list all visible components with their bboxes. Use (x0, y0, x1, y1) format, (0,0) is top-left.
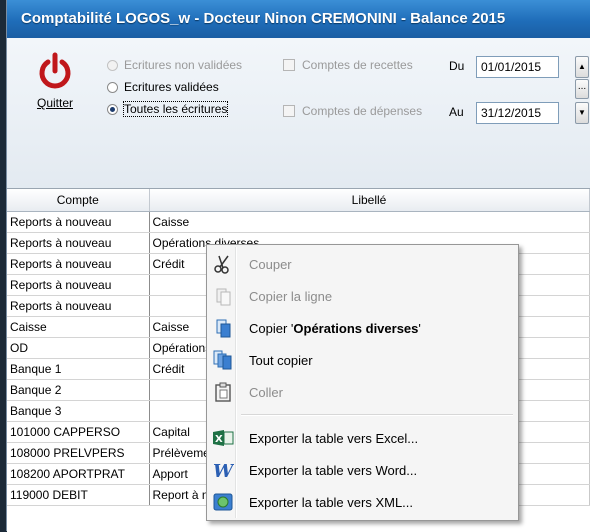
menu-item-copy-all[interactable]: Tout copier (209, 345, 514, 375)
menu-item-cut[interactable]: Couper (209, 249, 514, 279)
column-header-libelle[interactable]: Libellé (149, 189, 590, 212)
cell-compte[interactable]: 119000 DEBIT (7, 484, 150, 506)
menu-item-export-excel[interactable]: X Exporter la table vers Excel... (209, 423, 514, 453)
triangle-down-icon: ▼ (578, 108, 586, 117)
cell-compte[interactable]: 101000 CAPPERSO (7, 421, 150, 443)
cell-compte[interactable]: Banque 3 (7, 400, 150, 422)
triangle-up-icon: ▲ (578, 62, 586, 71)
copy-cell-prefix: Copier ' (249, 320, 294, 336)
radio-toutes-les-ecritures[interactable]: Toutes les écritures (107, 100, 229, 118)
date-from-spinner[interactable]: ▲ (575, 56, 589, 78)
word-icon: W (209, 459, 237, 481)
cell-compte[interactable]: OD (7, 337, 150, 359)
svg-text:W: W (213, 461, 234, 480)
date-to-label: Au (449, 105, 464, 119)
menu-item-label: Exporter la table vers Word... (249, 462, 418, 478)
menu-item-label: Exporter la table vers Excel... (249, 430, 419, 446)
copy-all-icon (209, 349, 237, 371)
checkbox-label: Comptes de dépenses (302, 104, 423, 118)
radio-ecritures-non-validees[interactable]: Ecritures non validées (107, 56, 242, 74)
scissors-icon (209, 253, 237, 275)
menu-item-copy-line[interactable]: Copier la ligne (209, 281, 514, 311)
cell-compte[interactable]: Banque 1 (7, 358, 150, 380)
radio-label: Toutes les écritures (122, 101, 229, 117)
copy-icon (209, 317, 237, 339)
copy-cell-suffix: ' (418, 320, 421, 336)
globe-icon (209, 491, 237, 513)
svg-text:X: X (215, 434, 223, 445)
cell-libelle[interactable]: Caisse (149, 211, 590, 233)
cell-compte[interactable]: Reports à nouveau (7, 253, 150, 275)
quit-label: Quitter (36, 96, 73, 110)
menu-separator (241, 414, 513, 416)
radio-ecritures-validees[interactable]: Ecritures validées (107, 78, 219, 96)
menu-item-label: Coller (249, 384, 283, 400)
date-from-label: Du (449, 59, 465, 73)
cell-compte[interactable]: 108000 PRELVPERS (7, 442, 150, 464)
quit-button[interactable]: Quitter (25, 52, 85, 110)
menu-item-export-word[interactable]: W Exporter la table vers Word... (209, 455, 514, 485)
context-menu: Couper Copier la ligne Copier 'Opération… (206, 244, 519, 521)
date-from-field[interactable]: 01/01/2015 (476, 56, 559, 78)
date-to-field[interactable]: 31/12/2015 (476, 102, 559, 124)
copy-cell-value: Opérations diverses (293, 320, 419, 336)
copy-line-icon (209, 285, 237, 307)
checkbox-comptes-de-recettes[interactable]: Comptes de recettes (283, 56, 413, 74)
column-header-compte[interactable]: Compte (7, 189, 150, 212)
radio-circle (107, 81, 118, 93)
toolbar: Quitter Ecritures non validées Ecritures… (7, 38, 590, 188)
menu-item-label: Exporter la table vers XML... (249, 494, 414, 510)
clipboard-icon (209, 381, 237, 403)
cell-compte[interactable]: 108200 APORTPRAT (7, 463, 150, 485)
menu-item-export-xml[interactable]: Exporter la table vers XML... (209, 487, 514, 517)
radio-circle (107, 59, 118, 71)
radio-label: Ecritures validées (124, 80, 219, 94)
menu-item-label: Couper (249, 256, 292, 272)
menu-item-label: Copier 'Opérations diverses' (249, 321, 421, 336)
cell-compte[interactable]: Reports à nouveau (7, 274, 150, 296)
cell-compte[interactable]: Banque 2 (7, 379, 150, 401)
radio-label: Ecritures non validées (124, 58, 243, 72)
checkbox-label: Comptes de recettes (302, 58, 413, 72)
checkbox-box (283, 105, 295, 117)
menu-item-label: Copier la ligne (249, 288, 333, 304)
cell-compte[interactable]: Reports à nouveau (7, 211, 150, 233)
cell-compte[interactable]: Reports à nouveau (7, 295, 150, 317)
power-icon (39, 52, 71, 89)
date-to-spinner[interactable]: ▼ (575, 102, 589, 124)
window-title: Comptabilité LOGOS_w - Docteur Ninon CRE… (7, 0, 590, 38)
excel-icon: X (209, 427, 237, 449)
ellipsis-button[interactable]: ... (575, 79, 589, 99)
checkbox-comptes-de-depenses[interactable]: Comptes de dépenses (283, 102, 422, 120)
menu-item-paste[interactable]: Coller (209, 377, 514, 407)
cell-compte[interactable]: Reports à nouveau (7, 232, 150, 254)
table-row[interactable]: Reports à nouveau Caisse (7, 211, 590, 233)
cell-compte[interactable]: Caisse (7, 316, 150, 338)
radio-circle (107, 103, 118, 115)
checkbox-box (283, 59, 295, 71)
menu-item-label: Tout copier (249, 352, 313, 368)
menu-item-copy-cell[interactable]: Copier 'Opérations diverses' (209, 313, 514, 343)
